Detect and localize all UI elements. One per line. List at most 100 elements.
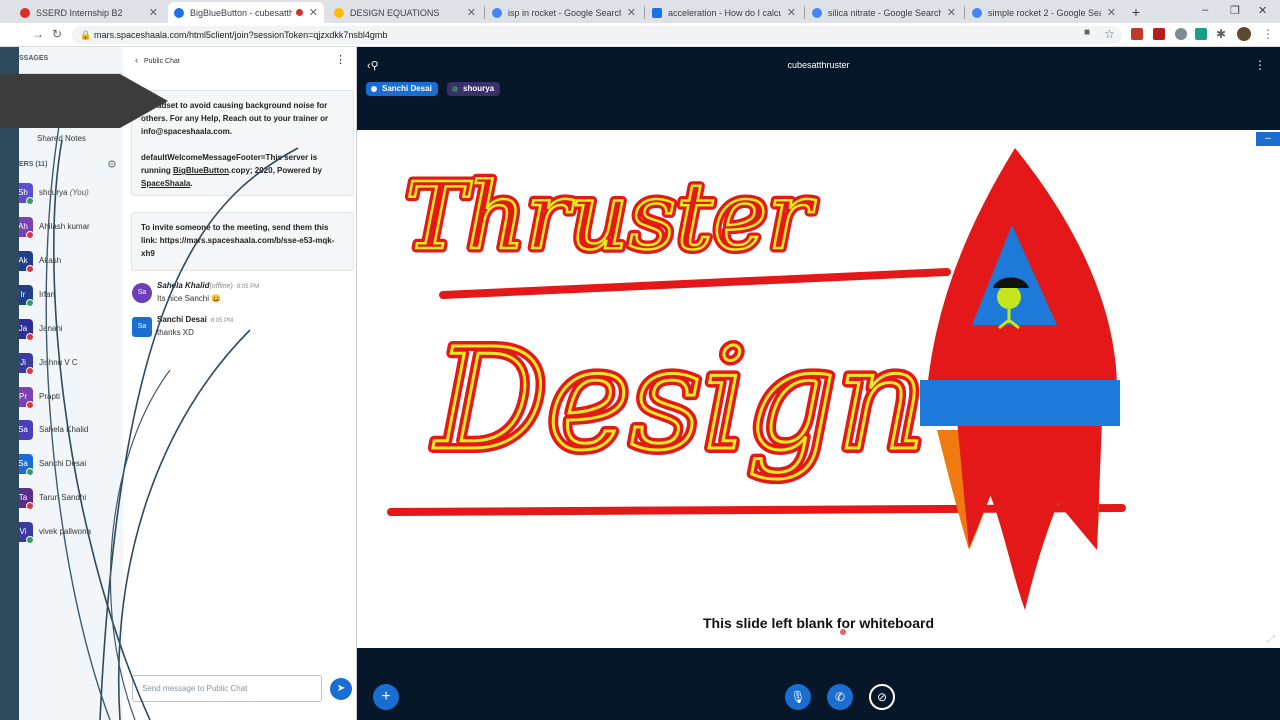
user-list-item[interactable]: Ja Janani [19, 319, 123, 341]
slide-caption: This slide left blank for whiteboard [702, 615, 935, 631]
invite-message: To invite someone to the meeting, send t… [131, 212, 354, 271]
status-dot [26, 299, 34, 307]
tab-divider [804, 6, 805, 19]
close-tab-icon[interactable]: ✕ [787, 6, 796, 19]
user-name: Sahela Khalid [39, 425, 89, 434]
grin-emoji-icon: 😀 [211, 294, 222, 303]
footer-text: .copy; 2020, Powered by [229, 166, 322, 175]
browser-tab[interactable]: isp in rocket - Google Search ✕ [486, 2, 642, 23]
forward-icon[interactable]: → [32, 27, 44, 41]
options-menu-icon[interactable]: ⋮ [1254, 58, 1266, 72]
avatar: Sa [132, 317, 152, 337]
tab-favicon-icon [972, 7, 982, 18]
bigbluebutton-link[interactable]: BigBlueButton [173, 166, 229, 175]
actions-plus-button[interactable]: + [373, 684, 399, 710]
leave-audio-button[interactable]: ✆ [827, 684, 853, 710]
avatar: Sa [132, 283, 152, 303]
browser-address-bar: → ↻ 🔒 mars.spaceshaala.com/html5client/j… [0, 23, 1280, 47]
minimize-window-icon[interactable]: – [1202, 4, 1208, 16]
tab-favicon-icon [492, 7, 502, 18]
status-dot [26, 468, 34, 476]
close-tab-icon[interactable]: ✕ [1107, 6, 1116, 19]
tab-title: isp in rocket - Google Search [508, 7, 621, 18]
user-list-item[interactable]: Ir Irfan [19, 285, 123, 307]
annotation-design-highlight: Design [432, 319, 927, 482]
spaceshaala-link[interactable]: SpaceShaala [141, 179, 190, 188]
pdf-extension-icon[interactable] [1153, 28, 1165, 40]
bookmark-star-icon[interactable]: ☆ [1104, 27, 1115, 41]
url-field[interactable]: 🔒 mars.spaceshaala.com/html5client/join?… [72, 26, 1122, 44]
close-tab-icon[interactable]: ✕ [467, 6, 476, 19]
user-list-item[interactable]: Ak Akash [19, 251, 123, 273]
minimize-presentation-button[interactable]: – [1256, 132, 1280, 146]
browser-tab-active[interactable]: BigBlueButton - cubesatthru ✕ [168, 2, 324, 23]
user-list-item[interactable]: Sa Sahela Khalid [19, 420, 123, 442]
desktop-background-strip [0, 47, 19, 720]
user-list-item[interactable]: Sa Sanchi Desai [19, 454, 123, 476]
fullscreen-icon[interactable]: ⤢ [1264, 633, 1278, 647]
annotation-thruster-highlight: Thruster [405, 163, 816, 270]
gear-icon[interactable]: ⚙ [107, 158, 117, 171]
talking-indicator[interactable]: Sanchi Desai [366, 82, 438, 96]
shared-notes-link[interactable]: Shared Notes [37, 134, 86, 143]
tab-title: BigBlueButton - cubesatthru [190, 7, 292, 18]
user-list-item[interactable]: Pr Prapti [19, 387, 123, 409]
user-name: vivek pallwona [39, 527, 92, 536]
user-list-item[interactable]: Ah Ahilash kumar [19, 217, 123, 239]
user-name: Tarun Sandhi [39, 493, 87, 502]
close-tab-icon[interactable]: ✕ [627, 6, 636, 19]
share-webcam-button[interactable]: ⊘ [869, 684, 895, 710]
extension-icon[interactable] [1195, 28, 1207, 40]
chat-title: Public Chat [144, 58, 180, 65]
tab-divider [484, 6, 485, 19]
user-list-item[interactable]: Sh shourya (You) [19, 183, 123, 205]
browser-tab[interactable]: simple rocket 2 - Google Search ✕ [966, 2, 1122, 23]
chevron-left-icon[interactable]: ‹ [135, 55, 138, 65]
annotation-line [439, 268, 951, 299]
user-list-item[interactable]: Vi vivek pallwona [19, 522, 123, 544]
close-tab-icon[interactable]: ✕ [947, 6, 956, 19]
profile-avatar[interactable] [1237, 27, 1251, 41]
chat-options-icon[interactable]: ⋮ [335, 53, 346, 66]
browser-tab-bar: SSERD Internship B2 ✕ BigBlueButton - cu… [0, 0, 1280, 23]
microphone-button[interactable]: 🎙 [785, 684, 811, 710]
message-text: Its nice Sanchi 😀 [157, 294, 222, 303]
browser-menu-icon[interactable]: ⋮ [1262, 27, 1274, 41]
user-name: Akash [39, 256, 62, 265]
extension-icon[interactable] [1131, 28, 1143, 40]
send-button[interactable]: ➤ [330, 678, 352, 700]
user-name: Jishnu V C [39, 358, 78, 367]
talking-indicator[interactable]: shourya [447, 82, 501, 96]
camera-blocked-icon[interactable]: ■ [1084, 27, 1090, 38]
avatar: Sa [19, 420, 33, 440]
status-dot [26, 265, 34, 273]
status-dot [26, 231, 34, 239]
message-author: Sahela Khalid(offline) 8:05 PM [157, 281, 260, 290]
reload-icon[interactable]: ↻ [52, 27, 62, 41]
lock-icon: 🔒 [80, 30, 92, 40]
browser-tab[interactable]: SSERD Internship B2 ✕ [14, 2, 164, 23]
browser-tab[interactable]: DESIGN EQUATIONS ✕ [328, 2, 482, 23]
browser-tab[interactable]: acceleration - How do I calculate ✕ [646, 2, 802, 23]
extensions-puzzle-icon[interactable]: ✱ [1216, 27, 1226, 41]
close-window-icon[interactable]: ✕ [1258, 4, 1267, 17]
extension-icon[interactable] [1175, 28, 1187, 40]
close-tab-icon[interactable]: ✕ [309, 6, 318, 19]
chat-header[interactable]: ‹ Public Chat [135, 55, 180, 65]
tab-title: SSERD Internship B2 [36, 7, 123, 18]
chat-message-input[interactable]: Send message to Public Chat [132, 675, 322, 702]
browser-tab[interactable]: silica nitrate - Google Search ✕ [806, 2, 962, 23]
user-list-item[interactable]: Ji Jishnu V C [19, 353, 123, 375]
close-tab-icon[interactable]: ✕ [149, 6, 158, 19]
microphone-icon [452, 86, 458, 92]
divider [19, 73, 123, 74]
new-tab-button[interactable]: + [1127, 3, 1145, 21]
tab-favicon-icon [20, 7, 30, 18]
message-text: thanks XD [157, 328, 194, 337]
whiteboard-slide[interactable]: Thruster Thruster Design Design This sli… [357, 130, 1280, 648]
maximize-window-icon[interactable]: ❐ [1230, 4, 1240, 17]
tab-title: acceleration - How do I calculate [668, 7, 781, 18]
public-chat-panel: ‹ Public Chat ⋮ a headset to avoid causin… [123, 47, 357, 720]
user-name: Janani [39, 324, 63, 333]
user-list-item[interactable]: Ta Tarun Sandhi [19, 488, 123, 510]
